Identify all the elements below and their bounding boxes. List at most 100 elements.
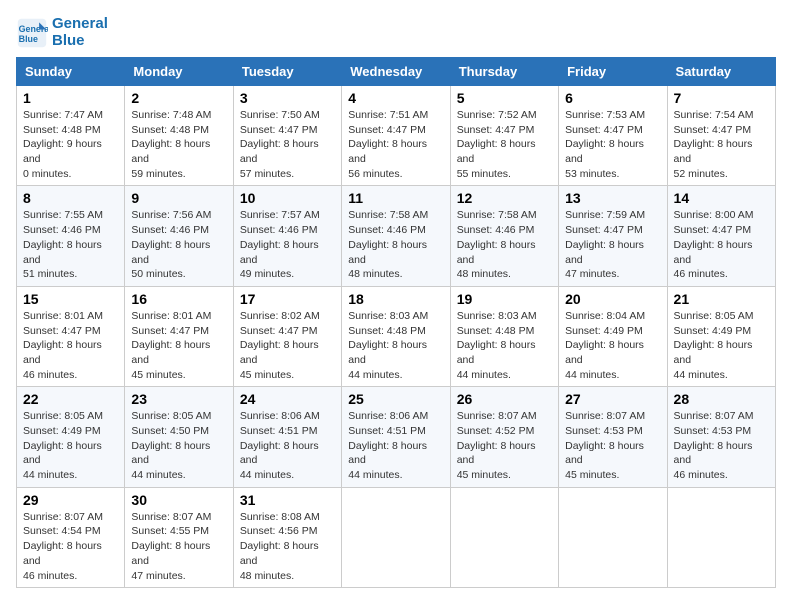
day-cell: 19 Sunrise: 8:03 AMSunset: 4:48 PMDayligh… <box>450 286 558 386</box>
weekday-header-sunday: Sunday <box>17 58 125 86</box>
day-number: 15 <box>23 291 118 307</box>
day-cell: 8 Sunrise: 7:55 AMSunset: 4:46 PMDaylight… <box>17 186 125 286</box>
day-cell <box>667 487 775 587</box>
day-number: 5 <box>457 90 552 106</box>
day-number: 19 <box>457 291 552 307</box>
day-cell: 5 Sunrise: 7:52 AMSunset: 4:47 PMDaylight… <box>450 86 558 186</box>
day-number: 20 <box>565 291 660 307</box>
day-number: 18 <box>348 291 443 307</box>
day-info: Sunrise: 7:55 AMSunset: 4:46 PMDaylight:… <box>23 208 118 281</box>
day-info: Sunrise: 8:01 AMSunset: 4:47 PMDaylight:… <box>131 309 226 382</box>
day-cell: 12 Sunrise: 7:58 AMSunset: 4:46 PMDayligh… <box>450 186 558 286</box>
day-cell: 23 Sunrise: 8:05 AMSunset: 4:50 PMDayligh… <box>125 387 233 487</box>
weekday-header-friday: Friday <box>559 58 667 86</box>
day-number: 22 <box>23 391 118 407</box>
day-cell: 21 Sunrise: 8:05 AMSunset: 4:49 PMDayligh… <box>667 286 775 386</box>
day-cell: 29Sunrise: 8:07 AMSunset: 4:54 PMDayligh… <box>17 487 125 587</box>
day-cell: 20Sunrise: 8:04 AMSunset: 4:49 PMDayligh… <box>559 286 667 386</box>
day-number: 25 <box>348 391 443 407</box>
day-info: Sunrise: 8:03 AMSunset: 4:48 PMDaylight:… <box>457 309 552 382</box>
day-info: Sunrise: 8:06 AMSunset: 4:51 PMDaylight:… <box>240 409 335 482</box>
day-info: Sunrise: 8:05 AMSunset: 4:50 PMDaylight:… <box>131 409 226 482</box>
day-info: Sunrise: 8:07 AMSunset: 4:53 PMDaylight:… <box>674 409 769 482</box>
day-cell: 4Sunrise: 7:51 AMSunset: 4:47 PMDaylight… <box>342 86 450 186</box>
week-row-4: 22Sunrise: 8:05 AMSunset: 4:49 PMDayligh… <box>17 387 776 487</box>
logo-icon: General Blue <box>16 17 48 49</box>
day-number: 17 <box>240 291 335 307</box>
day-info: Sunrise: 8:00 AMSunset: 4:47 PMDaylight:… <box>674 208 769 281</box>
day-info: Sunrise: 7:48 AMSunset: 4:48 PMDaylight:… <box>131 108 226 181</box>
day-info: Sunrise: 8:06 AMSunset: 4:51 PMDaylight:… <box>348 409 443 482</box>
day-number: 13 <box>565 190 660 206</box>
day-cell: 27 Sunrise: 8:07 AMSunset: 4:53 PMDayligh… <box>559 387 667 487</box>
day-number: 16 <box>131 291 226 307</box>
day-info: Sunrise: 8:07 AMSunset: 4:53 PMDaylight:… <box>565 409 660 482</box>
day-cell: 31 Sunrise: 8:08 AMSunset: 4:56 PMDayligh… <box>233 487 341 587</box>
day-info: Sunrise: 7:47 AMSunset: 4:48 PMDaylight:… <box>23 108 118 181</box>
day-number: 28 <box>674 391 769 407</box>
day-cell <box>559 487 667 587</box>
weekday-header-row: SundayMondayTuesdayWednesdayThursdayFrid… <box>17 58 776 86</box>
weekday-header-tuesday: Tuesday <box>233 58 341 86</box>
day-info: Sunrise: 8:01 AMSunset: 4:47 PMDaylight:… <box>23 309 118 382</box>
logo-subtext: Blue <box>52 33 108 50</box>
day-cell: 30 Sunrise: 8:07 AMSunset: 4:55 PMDayligh… <box>125 487 233 587</box>
day-number: 1 <box>23 90 118 106</box>
day-number: 31 <box>240 492 335 508</box>
week-row-2: 8 Sunrise: 7:55 AMSunset: 4:46 PMDaylight… <box>17 186 776 286</box>
day-info: Sunrise: 7:56 AMSunset: 4:46 PMDaylight:… <box>131 208 226 281</box>
day-info: Sunrise: 7:53 AMSunset: 4:47 PMDaylight:… <box>565 108 660 181</box>
day-number: 29 <box>23 492 118 508</box>
header: General Blue General Blue <box>16 16 776 49</box>
day-info: Sunrise: 8:08 AMSunset: 4:56 PMDaylight:… <box>240 510 335 583</box>
day-number: 27 <box>565 391 660 407</box>
calendar-table: SundayMondayTuesdayWednesdayThursdayFrid… <box>16 57 776 588</box>
day-cell: 2 Sunrise: 7:48 AMSunset: 4:48 PMDaylight… <box>125 86 233 186</box>
day-cell <box>450 487 558 587</box>
day-number: 3 <box>240 90 335 106</box>
day-cell: 17 Sunrise: 8:02 AMSunset: 4:47 PMDayligh… <box>233 286 341 386</box>
day-info: Sunrise: 7:58 AMSunset: 4:46 PMDaylight:… <box>457 208 552 281</box>
day-number: 23 <box>131 391 226 407</box>
weekday-header-wednesday: Wednesday <box>342 58 450 86</box>
week-row-5: 29Sunrise: 8:07 AMSunset: 4:54 PMDayligh… <box>17 487 776 587</box>
day-number: 10 <box>240 190 335 206</box>
day-cell: 3 Sunrise: 7:50 AMSunset: 4:47 PMDaylight… <box>233 86 341 186</box>
day-number: 30 <box>131 492 226 508</box>
day-info: Sunrise: 8:07 AMSunset: 4:52 PMDaylight:… <box>457 409 552 482</box>
day-info: Sunrise: 8:07 AMSunset: 4:55 PMDaylight:… <box>131 510 226 583</box>
week-row-1: 1 Sunrise: 7:47 AMSunset: 4:48 PMDaylight… <box>17 86 776 186</box>
day-info: Sunrise: 7:58 AMSunset: 4:46 PMDaylight:… <box>348 208 443 281</box>
day-number: 14 <box>674 190 769 206</box>
logo: General Blue General Blue <box>16 16 108 49</box>
logo-text: General <box>52 16 108 33</box>
day-info: Sunrise: 8:02 AMSunset: 4:47 PMDaylight:… <box>240 309 335 382</box>
day-number: 11 <box>348 190 443 206</box>
day-number: 21 <box>674 291 769 307</box>
day-cell: 15 Sunrise: 8:01 AMSunset: 4:47 PMDayligh… <box>17 286 125 386</box>
day-info: Sunrise: 7:50 AMSunset: 4:47 PMDaylight:… <box>240 108 335 181</box>
day-number: 7 <box>674 90 769 106</box>
day-cell: 22Sunrise: 8:05 AMSunset: 4:49 PMDayligh… <box>17 387 125 487</box>
day-cell: 25 Sunrise: 8:06 AMSunset: 4:51 PMDayligh… <box>342 387 450 487</box>
day-number: 2 <box>131 90 226 106</box>
day-cell: 16 Sunrise: 8:01 AMSunset: 4:47 PMDayligh… <box>125 286 233 386</box>
day-info: Sunrise: 7:51 AMSunset: 4:47 PMDaylight:… <box>348 108 443 181</box>
day-info: Sunrise: 7:57 AMSunset: 4:46 PMDaylight:… <box>240 208 335 281</box>
weekday-header-monday: Monday <box>125 58 233 86</box>
day-cell: 24 Sunrise: 8:06 AMSunset: 4:51 PMDayligh… <box>233 387 341 487</box>
day-info: Sunrise: 7:52 AMSunset: 4:47 PMDaylight:… <box>457 108 552 181</box>
day-cell: 10 Sunrise: 7:57 AMSunset: 4:46 PMDayligh… <box>233 186 341 286</box>
day-cell: 1 Sunrise: 7:47 AMSunset: 4:48 PMDaylight… <box>17 86 125 186</box>
day-cell: 13 Sunrise: 7:59 AMSunset: 4:47 PMDayligh… <box>559 186 667 286</box>
day-cell: 14 Sunrise: 8:00 AMSunset: 4:47 PMDayligh… <box>667 186 775 286</box>
day-number: 12 <box>457 190 552 206</box>
day-info: Sunrise: 8:05 AMSunset: 4:49 PMDaylight:… <box>674 309 769 382</box>
day-number: 26 <box>457 391 552 407</box>
day-info: Sunrise: 7:54 AMSunset: 4:47 PMDaylight:… <box>674 108 769 181</box>
day-number: 8 <box>23 190 118 206</box>
week-row-3: 15 Sunrise: 8:01 AMSunset: 4:47 PMDayligh… <box>17 286 776 386</box>
day-cell <box>342 487 450 587</box>
day-info: Sunrise: 7:59 AMSunset: 4:47 PMDaylight:… <box>565 208 660 281</box>
day-number: 24 <box>240 391 335 407</box>
